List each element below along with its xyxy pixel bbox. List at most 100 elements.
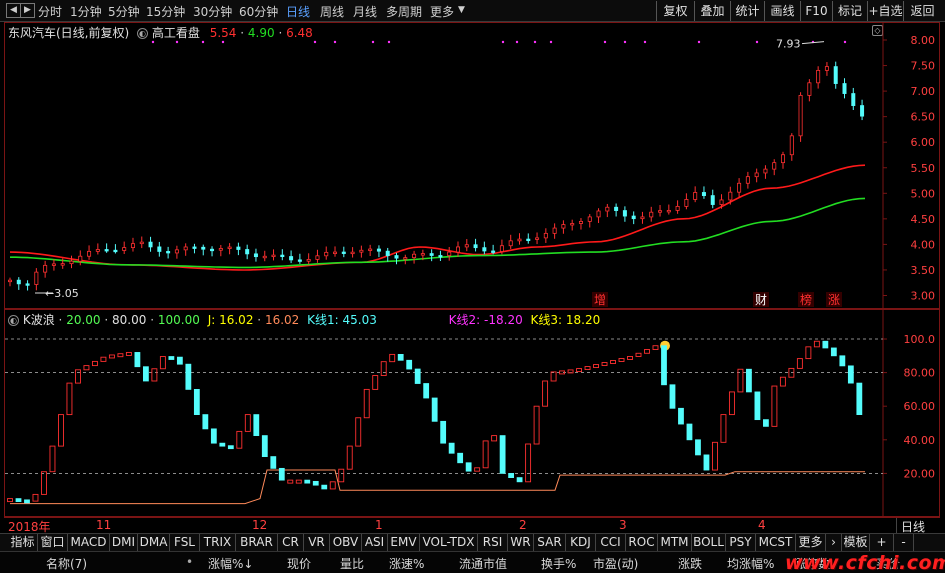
wave-bar-down	[839, 355, 846, 367]
event-label: 榜	[800, 292, 812, 307]
indicator-tab[interactable]: SAR	[534, 534, 566, 551]
wave-bar-down	[142, 366, 149, 382]
col-turnover[interactable]: 换手%	[541, 555, 576, 572]
indicator-tab[interactable]: 窗口	[38, 534, 68, 551]
candle-body	[649, 211, 654, 218]
add-watchlist-button[interactable]: +自选	[867, 1, 903, 21]
indicator-tab[interactable]: +	[870, 534, 894, 551]
period-tab-1min[interactable]: 1分钟	[70, 3, 102, 20]
indicator-tab[interactable]: -	[894, 534, 914, 551]
wave-bar-down	[847, 365, 854, 384]
period-tab-15min[interactable]: 15分钟	[146, 3, 185, 20]
signal-dot	[697, 40, 701, 44]
candle-body	[491, 250, 496, 253]
period-tab-more[interactable]: 更多	[430, 3, 454, 20]
period-tab-multi[interactable]: 多周期	[386, 3, 422, 20]
f10-button[interactable]: F10	[800, 1, 832, 21]
signal-dot	[313, 40, 317, 44]
k-wave-chart[interactable]: 100.0 80.00 60.00 40.00 20.00	[5, 310, 940, 516]
draw-button[interactable]: 画线	[764, 1, 800, 21]
wave-bar-up	[813, 340, 820, 348]
indicator-tab[interactable]: MCST	[756, 534, 796, 551]
wave-bar-up	[329, 481, 336, 490]
wave-bar-down	[210, 428, 217, 444]
indicator-tab[interactable]: WR	[508, 534, 534, 551]
indicator-tab[interactable]: DMA	[138, 534, 170, 551]
candle-body	[851, 93, 856, 106]
indicator-tab[interactable]: 指标	[8, 534, 38, 551]
indicator-tab[interactable]: ROC	[626, 534, 658, 551]
col-float-cap[interactable]: 流通市值	[459, 555, 507, 572]
wave-bar-up	[550, 371, 557, 382]
col-price[interactable]: 现价	[287, 555, 311, 572]
indicator-tab[interactable]: FSL	[170, 534, 200, 551]
indicator-tab[interactable]: BRAR	[236, 534, 278, 551]
indicator-tab[interactable]: PSY	[726, 534, 756, 551]
candle-body	[69, 260, 74, 265]
wave-bar-up	[74, 369, 81, 384]
indicator-tab[interactable]: ›	[826, 534, 842, 551]
indicator-tab[interactable]: ASI	[362, 534, 388, 551]
col-pe[interactable]: 市盈(动)	[593, 555, 638, 572]
indicator-tab[interactable]: MTM	[658, 534, 692, 551]
y-tick-label: 7.00	[911, 85, 936, 98]
chevron-left-icon[interactable]: ◀	[6, 3, 21, 18]
period-tab-daily[interactable]: 日线	[286, 3, 310, 20]
indicator-tab[interactable]: MACD	[68, 534, 110, 551]
col-avg-chg[interactable]: 均涨幅%	[727, 555, 774, 572]
y-tick-label: 5.50	[911, 162, 936, 175]
indicator-tab[interactable]: OBV	[330, 534, 362, 551]
period-tab-weekly[interactable]: 周线	[320, 3, 344, 20]
y-tick-label: 100.0	[904, 333, 936, 346]
candle-body	[737, 182, 742, 193]
period-tab-monthly[interactable]: 月线	[353, 3, 377, 20]
wave-bar-up	[7, 498, 13, 503]
signal-dot	[387, 40, 391, 44]
wave-bar-down	[448, 442, 455, 454]
col-change-pct[interactable]: 涨幅%↓	[208, 555, 253, 572]
indicator-tab[interactable]: CCI	[596, 534, 626, 551]
period-tab-intraday[interactable]: 分时	[38, 3, 62, 20]
candle-body	[614, 206, 619, 211]
indicator-tab[interactable]: 更多	[796, 534, 826, 551]
adjust-button[interactable]: 复权	[656, 1, 694, 21]
candle-body	[807, 82, 812, 96]
indicator-tab[interactable]: KDJ	[566, 534, 596, 551]
col-dot: •	[186, 555, 194, 569]
indicator-tab[interactable]: DMI	[110, 534, 138, 551]
indicator-tab[interactable]: RSI	[478, 534, 508, 551]
dropdown-arrow-icon[interactable]: ▼	[458, 5, 465, 15]
chevron-right-icon[interactable]: ▶	[20, 3, 35, 18]
candle-body	[368, 248, 373, 251]
indicator-tab[interactable]: EMV	[388, 534, 420, 551]
kline-chart[interactable]: 7.93 ←3.05 增 财 榜 涨 8.00 7.50 7.00 6.50 6.00 5.50 5.…	[5, 23, 940, 308]
wave-bar-down	[312, 480, 319, 486]
period-tab-60min[interactable]: 60分钟	[239, 3, 278, 20]
col-name[interactable]: 名称(7)	[46, 555, 87, 572]
wave-bar-up	[363, 388, 370, 419]
candle-body	[95, 249, 100, 252]
x-label: 11	[96, 518, 112, 532]
indicator-tab[interactable]: VR	[304, 534, 330, 551]
candle-body	[535, 237, 540, 240]
wave-bar-up	[372, 375, 379, 390]
indicator-tab[interactable]: 模板	[842, 534, 870, 551]
mark-button[interactable]: 标记	[832, 1, 867, 21]
stats-button[interactable]: 统计	[730, 1, 764, 21]
indicator-tab[interactable]: BOLL	[692, 534, 726, 551]
wave-bar-up	[728, 391, 735, 416]
back-button[interactable]: 返回	[903, 1, 941, 21]
indicator-tab[interactable]: VOL-TDX	[420, 534, 478, 551]
period-tab-30min[interactable]: 30分钟	[193, 3, 232, 20]
wave-bar-up	[610, 360, 616, 364]
col-chg[interactable]: 涨跌	[678, 555, 702, 572]
overlay-button[interactable]: 叠加	[694, 1, 730, 21]
wave-bar-down	[397, 354, 404, 361]
period-tab-5min[interactable]: 5分钟	[108, 3, 140, 20]
col-speed[interactable]: 涨速%	[389, 555, 424, 572]
indicator-tab[interactable]: TRIX	[200, 534, 236, 551]
indicator-tab[interactable]: CR	[278, 534, 304, 551]
candle-body	[78, 255, 83, 262]
col-vol-ratio[interactable]: 量比	[340, 555, 364, 572]
wave-bar-down	[261, 435, 268, 457]
